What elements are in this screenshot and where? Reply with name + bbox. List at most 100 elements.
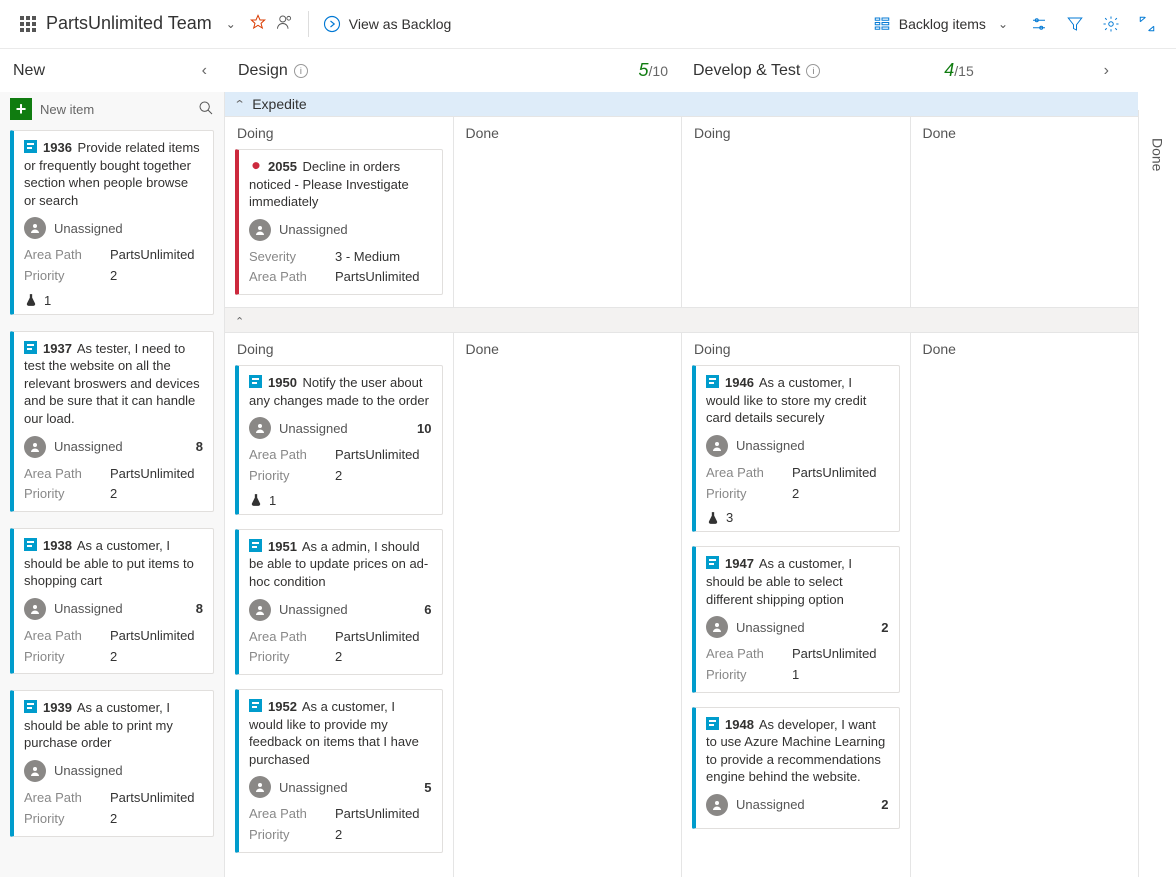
pbi-icon xyxy=(24,700,37,713)
column-title: Develop & Test xyxy=(693,62,800,80)
effort-value: 8 xyxy=(196,601,203,616)
subcolumn-done-label: Done xyxy=(911,333,1139,365)
card-title: 1950 Notify the user about any changes m… xyxy=(249,374,432,409)
avatar-icon xyxy=(249,776,271,798)
new-item-label[interactable]: New item xyxy=(40,102,94,117)
team-name: PartsUnlimited Team xyxy=(46,13,212,34)
work-item-card[interactable]: 2055 Decline in orders noticed - Please … xyxy=(235,149,443,295)
subcolumn-doing-label: Doing xyxy=(225,333,453,365)
swimlane-default-body: Doing 1950 Notify the user about any cha… xyxy=(225,333,1138,877)
backlog-icon xyxy=(873,15,891,33)
avatar-icon xyxy=(249,599,271,621)
assignee-row[interactable]: Unassigned2 xyxy=(706,794,889,816)
subcolumn-done-label: Done xyxy=(911,117,1139,149)
test-flask-count: 1 xyxy=(24,293,203,308)
search-icon[interactable] xyxy=(198,100,214,119)
work-item-card[interactable]: 1936 Provide related items or frequently… xyxy=(10,130,214,315)
avatar-icon xyxy=(706,794,728,816)
view-as-backlog-button[interactable]: View as Backlog xyxy=(323,15,451,33)
done-column-collapsed[interactable]: Done xyxy=(1138,110,1176,877)
work-item-card[interactable]: 1948 As developer, I want to use Azure M… xyxy=(692,707,900,829)
chevron-up-icon[interactable]: ⌃ xyxy=(235,316,244,328)
effort-value: 5 xyxy=(424,780,431,795)
column-new: + New item 1936 Provide related items or… xyxy=(0,92,225,877)
card-title: 1937 As tester, I need to test the websi… xyxy=(24,340,203,428)
backlog-level-selector[interactable]: Backlog items ⌄ xyxy=(873,15,1012,33)
assignee-row[interactable]: Unassigned5 xyxy=(249,776,432,798)
swimlane-expedite-body: Doing 2055 Decline in orders noticed - P… xyxy=(225,117,1138,307)
work-item-card[interactable]: 1951 As a admin, I should be able to upd… xyxy=(235,529,443,675)
assignee-row[interactable]: Unassigned8 xyxy=(24,436,203,458)
card-title: 1952 As a customer, I would like to prov… xyxy=(249,698,432,768)
wip-counter: 4/15 xyxy=(944,60,973,81)
pbi-icon xyxy=(24,538,37,551)
card-title: 2055 Decline in orders noticed - Please … xyxy=(249,158,432,211)
pbi-icon xyxy=(706,375,719,388)
avatar-icon xyxy=(24,760,46,782)
assignee-row[interactable]: Unassigned xyxy=(249,219,432,241)
view-as-backlog-label: View as Backlog xyxy=(349,16,451,32)
effort-value: 2 xyxy=(881,620,888,635)
column-header-develop: Develop & Test i 4/15 › xyxy=(680,49,1135,92)
avatar-icon xyxy=(706,435,728,457)
pbi-icon xyxy=(249,699,262,712)
subcolumn-done-label: Done xyxy=(454,117,682,149)
chevron-down-icon: ⌄ xyxy=(222,17,240,31)
subcolumn-doing-label: Doing xyxy=(682,333,910,365)
avatar-icon xyxy=(249,219,271,241)
work-item-card[interactable]: 1937 As tester, I need to test the websi… xyxy=(10,331,214,512)
avatar-icon xyxy=(249,417,271,439)
filter-icon[interactable] xyxy=(1066,15,1084,33)
effort-value: 8 xyxy=(196,439,203,454)
work-item-card[interactable]: 1938 As a customer, I should be able to … xyxy=(10,528,214,674)
subcolumn-doing-label: Doing xyxy=(225,117,453,149)
settings-sliders-icon[interactable] xyxy=(1030,15,1048,33)
bug-icon xyxy=(249,159,262,172)
new-item-row: + New item xyxy=(10,98,214,120)
collapse-left-icon[interactable]: ‹ xyxy=(196,62,213,80)
backlog-level-label: Backlog items xyxy=(899,16,986,32)
work-item-card[interactable]: 1950 Notify the user about any changes m… xyxy=(235,365,443,515)
done-label: Done xyxy=(1150,138,1166,171)
work-item-card[interactable]: 1947 As a customer, I should be able to … xyxy=(692,546,900,692)
team-selector[interactable]: PartsUnlimited Team ⌄ xyxy=(20,13,294,34)
pbi-icon xyxy=(249,375,262,388)
subcolumn-done-label: Done xyxy=(454,333,682,365)
column-header-design: Design i 5/10 xyxy=(225,49,680,92)
assignee-row[interactable]: Unassigned xyxy=(24,217,203,239)
work-item-card[interactable]: 1939 As a customer, I should be able to … xyxy=(10,690,214,836)
scroll-right-icon[interactable]: › xyxy=(1098,62,1115,80)
pbi-icon xyxy=(249,539,262,552)
chevron-up-icon[interactable]: ⌃ xyxy=(234,98,246,111)
add-item-button[interactable]: + xyxy=(10,98,32,120)
page-header: PartsUnlimited Team ⌄ View as Backlog Ba… xyxy=(0,0,1176,48)
assignee-row[interactable]: Unassigned xyxy=(706,435,889,457)
separator xyxy=(308,11,309,37)
work-item-card[interactable]: 1946 As a customer, I would like to stor… xyxy=(692,365,900,532)
arrow-circle-icon xyxy=(323,15,341,33)
team-members-icon[interactable] xyxy=(276,13,294,34)
card-title: 1948 As developer, I want to use Azure M… xyxy=(706,716,889,786)
fullscreen-icon[interactable] xyxy=(1138,15,1156,33)
column-title: Design xyxy=(238,62,288,80)
info-icon[interactable]: i xyxy=(294,64,308,78)
swimlane-expedite-header[interactable]: ⌃ Expedite xyxy=(225,92,1138,117)
card-title: 1947 As a customer, I should be able to … xyxy=(706,555,889,608)
kanban-board: + New item 1936 Provide related items or… xyxy=(0,92,1138,877)
assignee-row[interactable]: Unassigned6 xyxy=(249,599,432,621)
column-header-new: New ‹ xyxy=(0,49,225,92)
card-title: 1939 As a customer, I should be able to … xyxy=(24,699,203,752)
assignee-row[interactable]: Unassigned xyxy=(24,760,203,782)
assignee-row[interactable]: Unassigned10 xyxy=(249,417,432,439)
info-icon[interactable]: i xyxy=(806,64,820,78)
swimlane-default-header[interactable]: ⌃ xyxy=(225,307,1138,333)
column-headers: New ‹ Design i 5/10 Develop & Test i 4/1… xyxy=(0,48,1176,92)
assignee-row[interactable]: Unassigned8 xyxy=(24,598,203,620)
avatar-icon xyxy=(24,598,46,620)
work-item-card[interactable]: 1952 As a customer, I would like to prov… xyxy=(235,689,443,853)
avatar-icon xyxy=(24,436,46,458)
assignee-row[interactable]: Unassigned2 xyxy=(706,616,889,638)
test-flask-count: 3 xyxy=(706,510,889,525)
gear-icon[interactable] xyxy=(1102,15,1120,33)
favorite-star-icon[interactable] xyxy=(250,14,266,33)
